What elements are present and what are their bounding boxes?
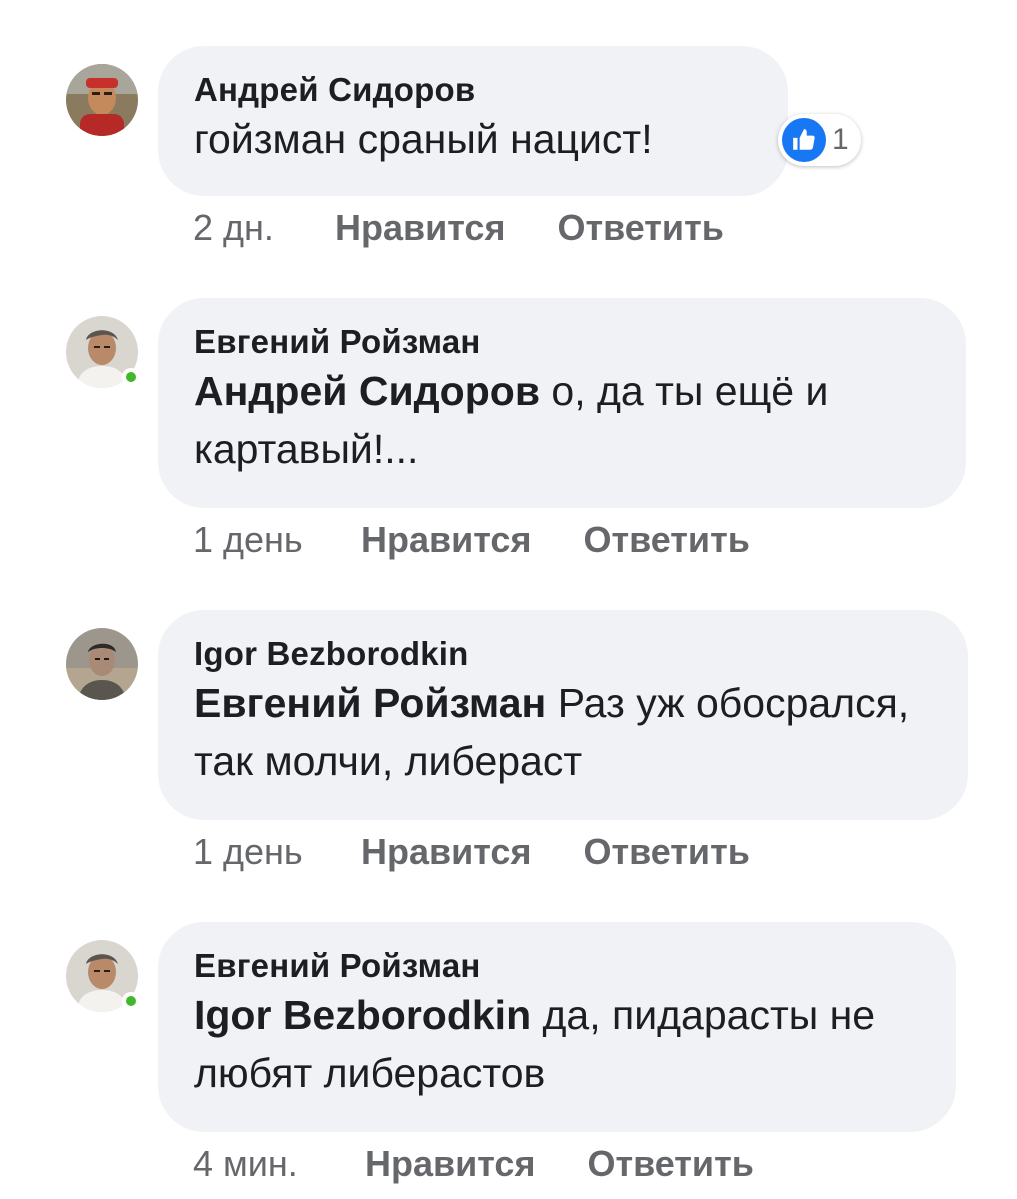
avatar-image — [66, 64, 138, 136]
comment-time[interactable]: 1 день — [193, 830, 361, 874]
avatar[interactable] — [66, 316, 140, 388]
like-icon — [782, 118, 826, 162]
comment-author[interactable]: Igor Bezborodkin — [194, 634, 932, 674]
comment-actions: 4 мин. Нравится Ответить — [193, 1142, 754, 1186]
avatar-image — [66, 628, 138, 700]
online-status-indicator — [122, 368, 140, 386]
comment-bubble: Андрей Сидоров гойзман сраный нацист! — [158, 46, 788, 196]
comment-text: Евгений Ройзман Раз уж обосрался, так мо… — [194, 674, 932, 790]
mention-link[interactable]: Андрей Сидоров — [194, 368, 540, 414]
reply-button[interactable]: Ответить — [583, 518, 749, 562]
comment-time[interactable]: 1 день — [193, 518, 361, 562]
avatar[interactable] — [66, 64, 138, 136]
comment-author[interactable]: Евгений Ройзман — [194, 946, 920, 986]
reply-button[interactable]: Ответить — [587, 1142, 753, 1186]
comment-bubble: Евгений Ройзман Igor Bezborodkin да, пид… — [158, 922, 956, 1132]
online-status-indicator — [122, 992, 140, 1010]
comment-body: гойзман сраный нацист! — [194, 116, 653, 162]
comment-bubble: Igor Bezborodkin Евгений Ройзман Раз уж … — [158, 610, 968, 820]
comment-time[interactable]: 2 дн. — [193, 206, 335, 250]
like-button[interactable]: Нравится — [335, 206, 505, 250]
comment-author[interactable]: Евгений Ройзман — [194, 322, 930, 362]
reaction-badge[interactable]: 1 — [778, 114, 861, 166]
avatar[interactable] — [66, 628, 138, 700]
comment-text: гойзман сраный нацист! — [194, 110, 752, 168]
comment-actions: 1 день Нравится Ответить — [193, 830, 750, 874]
avatar[interactable] — [66, 940, 140, 1012]
comment-text: Igor Bezborodkin да, пидарасты не любят … — [194, 986, 920, 1102]
reply-button[interactable]: Ответить — [583, 830, 749, 874]
comment-author[interactable]: Андрей Сидоров — [194, 70, 752, 110]
reaction-count: 1 — [832, 123, 849, 156]
reply-button[interactable]: Ответить — [557, 206, 723, 250]
like-button[interactable]: Нравится — [361, 830, 531, 874]
comment-bubble: Евгений Ройзман Андрей Сидоров о, да ты … — [158, 298, 966, 508]
comment-actions: 1 день Нравится Ответить — [193, 518, 750, 562]
comment-actions: 2 дн. Нравится Ответить — [193, 206, 724, 250]
comment-text: Андрей Сидоров о, да ты ещё и картавый!.… — [194, 362, 930, 478]
like-button[interactable]: Нравится — [361, 518, 531, 562]
like-button[interactable]: Нравится — [365, 1142, 535, 1186]
comment-time[interactable]: 4 мин. — [193, 1142, 365, 1186]
mention-link[interactable]: Igor Bezborodkin — [194, 992, 531, 1038]
mention-link[interactable]: Евгений Ройзман — [194, 680, 546, 726]
